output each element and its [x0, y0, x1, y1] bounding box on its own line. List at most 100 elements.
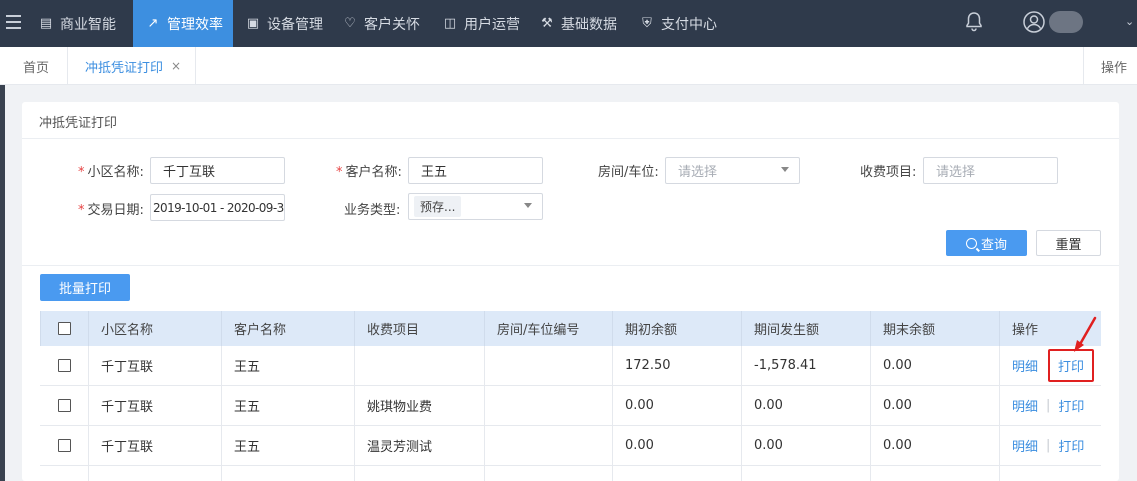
batch-print-button[interactable]: 批量打印	[40, 274, 130, 301]
cell-fee: 姚琪物业费	[354, 386, 484, 425]
row-checkbox[interactable]	[57, 359, 71, 372]
cell-room	[484, 386, 612, 425]
shield-yen-icon: ⛨	[642, 16, 652, 31]
nav-item-label: 管理效率	[167, 16, 223, 33]
community-label-text: 小区名称:	[87, 165, 144, 180]
caret-down-icon	[524, 203, 532, 208]
required-mark: *	[78, 203, 85, 218]
community-label: * 小区名称:	[78, 161, 144, 180]
trend-icon: ↗	[147, 16, 159, 31]
annotation-arrow-icon	[1074, 316, 1097, 352]
nav-item-device[interactable]: ▣ 设备管理	[245, 0, 323, 47]
cell-period: 0.00	[741, 386, 870, 425]
cell-period	[741, 466, 870, 481]
divider	[22, 265, 1119, 266]
row-checkbox[interactable]	[57, 439, 71, 452]
query-button-label: 查询	[980, 237, 1007, 253]
nav-item-base-data[interactable]: ⚒ 基础数据	[539, 0, 617, 47]
wrench-icon: ⚒	[541, 16, 553, 31]
table-row: 千丁互联 王五 172.50 -1,578.41 0.00 明细 打印	[40, 346, 1101, 386]
tab-home[interactable]: 首页	[5, 47, 68, 85]
nav-item-bi[interactable]: ▤ 商业智能	[38, 0, 116, 47]
col-header-customer: 客户名称	[221, 311, 354, 346]
tab-voucher-print[interactable]: 冲抵凭证打印 ×	[68, 47, 196, 85]
cell-customer: 王五	[221, 386, 354, 425]
biz-type-label: 业务类型:	[344, 203, 401, 218]
tab-home-label: 首页	[23, 60, 50, 76]
nav-item-payment[interactable]: ⛨ 支付中心	[639, 0, 717, 47]
cell-community: 千丁互联	[88, 346, 221, 385]
cell-room	[484, 426, 612, 465]
action-separator: |	[1046, 438, 1051, 453]
top-nav-bar: ▤ 商业智能 ↗ 管理效率 ▣ 设备管理 ♡ 客户关怀 ◫ 用户运营 ⚒ 基础数…	[0, 0, 1137, 47]
cell-closing: 0.00	[870, 346, 999, 385]
detail-link[interactable]: 明细	[1012, 396, 1038, 415]
menu-toggle-icon[interactable]	[0, 0, 28, 47]
device-icon: ▣	[246, 16, 260, 31]
select-all-checkbox[interactable]	[58, 322, 71, 335]
row-checkbox[interactable]	[57, 399, 71, 412]
print-link[interactable]: 打印	[1058, 396, 1084, 415]
chevron-down-icon[interactable]: ⌄	[1125, 15, 1134, 28]
close-icon[interactable]: ×	[171, 59, 181, 73]
col-header-community: 小区名称	[88, 311, 221, 346]
cell-actions: 明细 | 打印	[999, 386, 1101, 425]
voucher-print-card: 冲抵凭证打印 * 小区名称: 千丁互联 * 客户名称: 王五 房间/车位: 请选择 …	[22, 102, 1119, 481]
community-input[interactable]: 千丁互联	[150, 157, 285, 184]
col-header-fee: 收费项目	[354, 311, 484, 346]
tab-operations[interactable]: 操作	[1083, 47, 1137, 85]
reset-button[interactable]: 重置	[1036, 230, 1101, 256]
cell-community: 千丁互联	[88, 386, 221, 425]
cell-fee	[354, 466, 484, 481]
cell-community	[88, 466, 221, 481]
cell-customer	[221, 466, 354, 481]
col-header-closing: 期末余额	[870, 311, 999, 346]
cell-closing: 0.00	[870, 386, 999, 425]
biz-type-chip[interactable]: 预存...	[414, 196, 462, 217]
cell-customer: 王五	[221, 426, 354, 465]
date-label: * 交易日期:	[78, 199, 144, 218]
table-row: 千丁互联 王五 姚琪物业费 0.00 0.00 0.00 明细 | 打印	[40, 386, 1101, 426]
nav-item-user-ops[interactable]: ◫ 用户运营	[442, 0, 520, 47]
row-select-cell	[40, 386, 88, 425]
search-icon	[965, 237, 977, 249]
page-tabs-bar: 首页 冲抵凭证打印 × 操作	[0, 47, 1137, 85]
customer-label: * 客户名称:	[336, 161, 402, 180]
card-title: 冲抵凭证打印	[39, 116, 118, 131]
date-range-input[interactable]: 2019-10-01 - 2020-09-30	[150, 194, 285, 221]
cell-opening	[612, 466, 741, 481]
cell-fee: 温灵芳测试	[354, 426, 484, 465]
biz-type-select[interactable]: 预存...	[408, 193, 543, 220]
user-avatar-icon[interactable]	[1022, 10, 1046, 34]
print-link[interactable]: 打印	[1058, 436, 1084, 455]
col-header-room: 房间/车位编号	[484, 311, 612, 346]
batch-print-button-label: 批量打印	[58, 282, 111, 297]
cell-opening: 172.50	[612, 346, 741, 385]
customer-label-text: 客户名称:	[345, 165, 402, 180]
table-row-partial	[40, 466, 1101, 481]
nav-item-care[interactable]: ♡ 客户关怀	[342, 0, 420, 47]
customer-input[interactable]: 王五	[408, 157, 543, 184]
required-mark: *	[336, 165, 343, 180]
cell-room	[484, 346, 612, 385]
cell-actions: 明细 | 打印	[999, 426, 1101, 465]
room-select[interactable]: 请选择	[665, 157, 800, 184]
nav-item-label: 客户关怀	[364, 16, 420, 33]
tab-operations-label: 操作	[1101, 60, 1128, 76]
nav-item-efficiency[interactable]: ↗ 管理效率	[133, 0, 233, 47]
nav-item-label: 设备管理	[267, 16, 323, 33]
detail-link[interactable]: 明细	[1012, 436, 1038, 455]
row-select-cell	[40, 426, 88, 465]
query-button[interactable]: 查询	[946, 230, 1027, 256]
nav-item-label: 支付中心	[661, 16, 717, 33]
user-name-redacted[interactable]	[1049, 11, 1083, 33]
reset-button-label: 重置	[1055, 237, 1082, 253]
detail-link[interactable]: 明细	[1012, 356, 1038, 375]
action-separator: |	[1046, 398, 1051, 413]
bell-icon[interactable]	[962, 10, 986, 34]
nav-item-label: 基础数据	[561, 16, 617, 33]
required-mark: *	[78, 165, 85, 180]
fee-select[interactable]: 请选择	[923, 157, 1058, 184]
table-row: 千丁互联 王五 温灵芳测试 0.00 0.00 0.00 明细 | 打印	[40, 426, 1101, 466]
room-select-placeholder: 请选择	[678, 165, 718, 180]
